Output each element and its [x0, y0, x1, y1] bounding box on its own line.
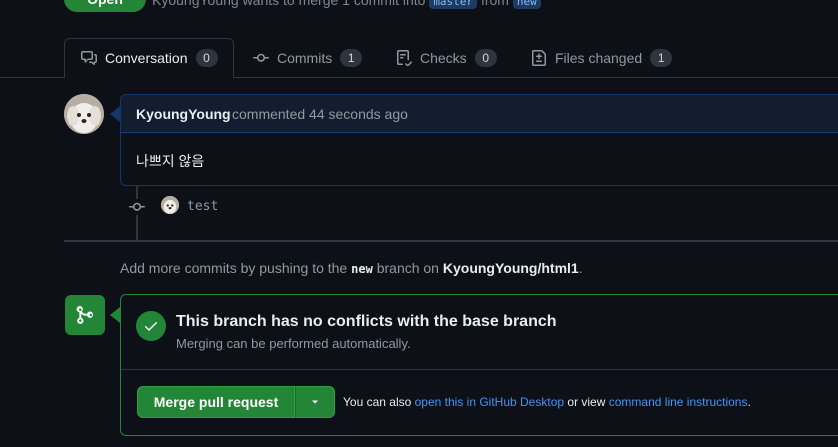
push-note-branch: new [351, 262, 373, 276]
merge-button-label: Merge pull request [153, 394, 279, 410]
tab-commits-label: Commits [277, 50, 333, 66]
merge-divider [121, 369, 838, 370]
pr-state-badge: Open [64, 0, 146, 12]
push-note-repo: KyoungYoung/html1 [442, 260, 579, 276]
merge-caret [110, 307, 120, 323]
file-diff-icon [532, 50, 546, 66]
tab-commits-count: 1 [340, 49, 363, 67]
tab-files-changed-label: Files changed [555, 50, 643, 66]
push-note: Add more commits by pushing to the new b… [120, 260, 583, 276]
timeline-divider [64, 240, 838, 242]
commit-message-link[interactable]: test [187, 199, 218, 214]
git-merge-icon [65, 295, 105, 335]
comment-timestamp[interactable]: commented 44 seconds ago [232, 106, 408, 122]
alt-middle: or view [567, 395, 606, 409]
base-branch-label[interactable]: master [429, 0, 478, 9]
pr-state-label: Open [87, 0, 123, 7]
dog-avatar-image [64, 94, 104, 134]
push-note-prefix: Add more commits by pushing to the [120, 260, 348, 276]
tab-checks[interactable]: Checks 0 [396, 38, 497, 78]
push-note-middle: branch on [376, 260, 439, 276]
merge-alternatives: You can also open this in GitHub Desktop… [343, 395, 751, 409]
tab-checks-label: Checks [420, 50, 467, 66]
alt-prefix: You can also [343, 395, 412, 409]
merge-options-dropdown[interactable] [295, 386, 335, 418]
tab-conversation-count: 0 [195, 49, 218, 67]
merge-status-title: This branch has no conflicts with the ba… [176, 313, 557, 330]
comment-discussion-icon [81, 51, 97, 65]
comment-author-avatar[interactable] [64, 94, 104, 134]
comment-caret [110, 106, 120, 122]
tab-commits[interactable]: Commits 1 [253, 38, 363, 78]
check-icon [136, 311, 166, 341]
triangle-down-icon [312, 400, 318, 404]
git-commit-icon [253, 53, 269, 62]
comment-author[interactable]: KyoungYoung [136, 106, 231, 122]
checklist-icon [397, 50, 412, 66]
push-note-suffix: . [578, 260, 583, 276]
tab-checks-count: 0 [474, 49, 497, 67]
from-word: from [480, 0, 509, 8]
tab-conversation-label: Conversation [105, 50, 188, 66]
tab-files-changed[interactable]: Files changed 1 [531, 38, 673, 78]
git-commit-icon [128, 199, 146, 215]
alt-suffix: . [747, 395, 751, 409]
pr-summary: KyoungYoung wants to merge 1 commit into… [152, 0, 541, 9]
comment-body: 나쁘지 않음 [136, 153, 205, 169]
dog-avatar-image [161, 196, 179, 214]
head-branch-label[interactable]: new [512, 0, 541, 9]
open-in-desktop-link[interactable]: open this in GitHub Desktop [415, 395, 564, 409]
tab-files-changed-count: 1 [650, 49, 673, 67]
command-line-instructions-link[interactable]: command line instructions [609, 395, 748, 409]
merge-status-subtitle: Merging can be performed automatically. [176, 336, 411, 351]
tab-conversation[interactable]: Conversation 0 [64, 38, 234, 78]
commit-author-avatar[interactable] [161, 196, 179, 214]
merge-pull-request-button[interactable]: Merge pull request [137, 386, 295, 418]
pr-summary-text: KyoungYoung wants to merge 1 commit into [152, 0, 426, 8]
